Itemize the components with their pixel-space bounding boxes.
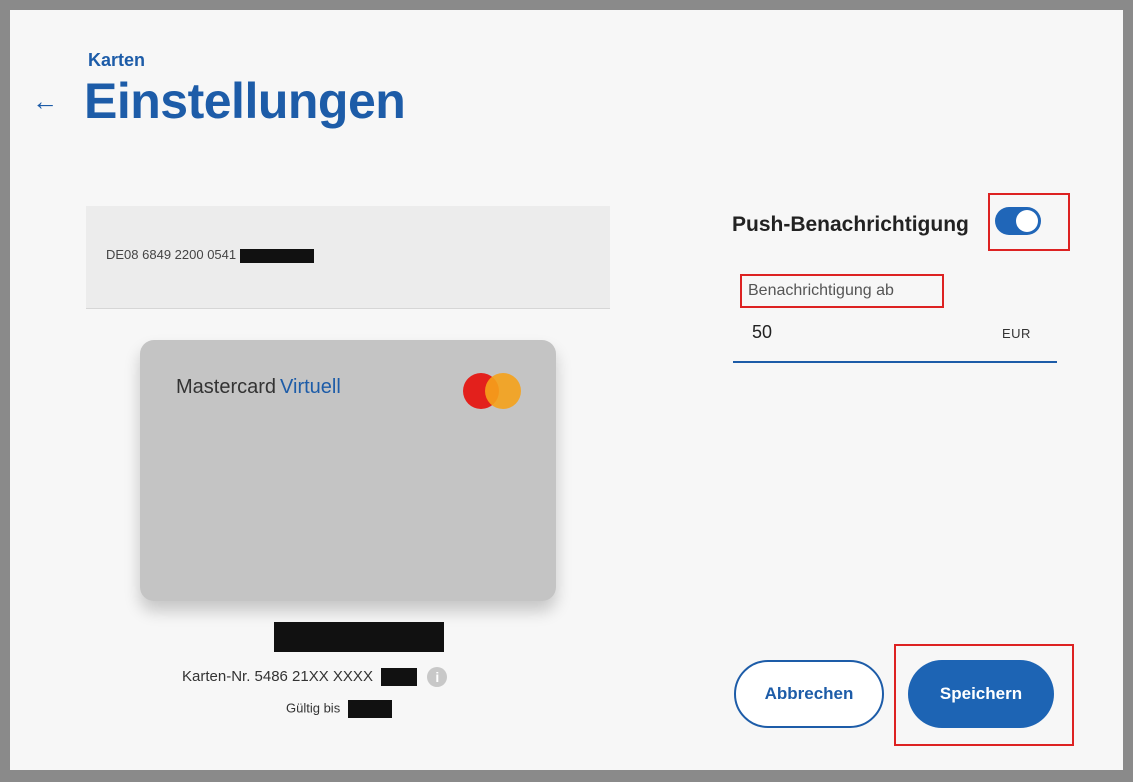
highlight-box	[740, 274, 944, 308]
redacted-block	[381, 668, 418, 686]
card-type: Virtuell	[280, 376, 341, 398]
valid-label: Gültig bis	[286, 700, 341, 716]
card-number-label: Karten-Nr. 5486 21XX XXXX	[182, 667, 373, 685]
highlight-box	[894, 644, 1074, 746]
account-panel: DE08 6849 2200 0541	[86, 206, 610, 309]
card-number: Karten-Nr. 5486 21XX XXXX i	[182, 667, 448, 687]
iban-visible: DE08 6849 2200 0541	[106, 247, 237, 262]
input-underline	[733, 361, 1057, 363]
iban-text: DE08 6849 2200 0541	[106, 247, 314, 263]
settings-page: Karten ← Einstellungen DE08 6849 2200 05…	[10, 10, 1123, 770]
arrow-left-icon[interactable]: ←	[32, 88, 58, 114]
push-notification-label: Push-Benachrichtigung	[732, 213, 969, 236]
highlight-box	[988, 193, 1070, 251]
redacted-block	[347, 700, 392, 718]
currency-label: EUR	[1002, 326, 1031, 341]
threshold-input[interactable]: 50	[752, 322, 772, 343]
redacted-block	[239, 248, 314, 263]
page-title: Einstellungen	[84, 73, 406, 129]
card-title: Mastercard Virtuell	[176, 376, 341, 399]
card-validity: Gültig bis	[286, 700, 392, 718]
redacted-cardholder	[274, 622, 444, 652]
info-icon[interactable]: i	[427, 667, 448, 687]
breadcrumb[interactable]: Karten	[88, 50, 145, 71]
virtual-card: Mastercard Virtuell	[140, 340, 556, 601]
cancel-button[interactable]: Abbrechen	[734, 660, 884, 728]
mastercard-logo	[463, 373, 523, 409]
card-brand: Mastercard	[176, 376, 277, 398]
